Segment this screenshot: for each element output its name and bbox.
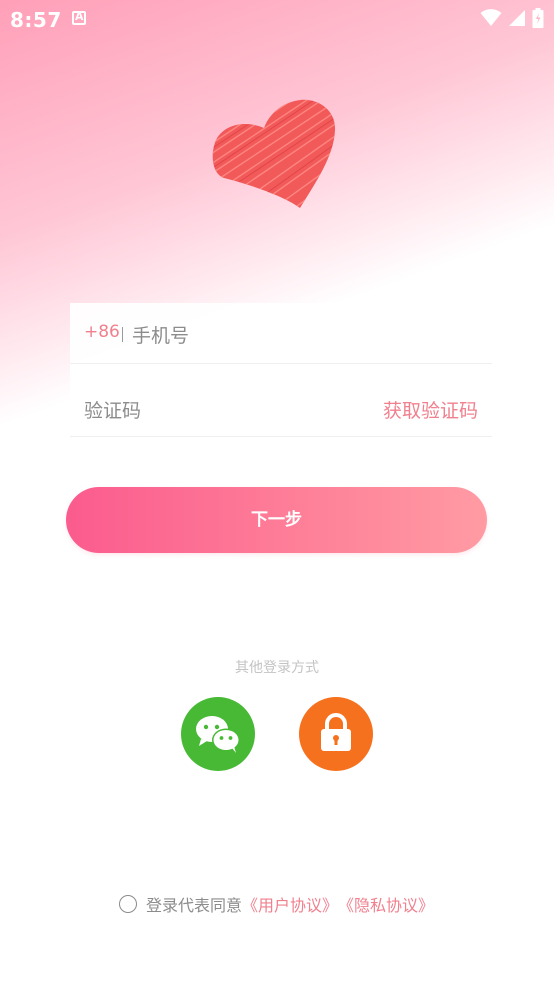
verification-code-input[interactable]: 验证码 bbox=[84, 396, 141, 423]
phone-row[interactable]: +86 手机号 bbox=[70, 303, 492, 364]
agreement-row: 登录代表同意 《用户协议》 《隐私协议》 bbox=[119, 892, 434, 916]
phone-input[interactable]: 手机号 bbox=[132, 321, 189, 348]
wechat-icon bbox=[196, 716, 240, 753]
user-agreement-link[interactable]: 《用户协议》 bbox=[242, 892, 338, 916]
status-bar: 8:57 bbox=[0, 0, 554, 38]
signal-icon bbox=[509, 10, 525, 26]
divider bbox=[122, 327, 123, 342]
agree-radio[interactable] bbox=[119, 895, 137, 913]
battery-icon bbox=[532, 8, 544, 28]
lock-icon bbox=[321, 713, 351, 751]
agreement-text: 登录代表同意 bbox=[146, 896, 243, 915]
notification-a-icon bbox=[72, 10, 86, 25]
country-code[interactable]: +86 bbox=[84, 322, 120, 342]
get-code-button[interactable]: 获取验证码 bbox=[383, 396, 478, 423]
status-time: 8:57 bbox=[10, 8, 62, 32]
other-login-label: 其他登录方式 bbox=[235, 660, 319, 676]
next-button[interactable]: 下一步 bbox=[66, 487, 487, 553]
wifi-icon bbox=[480, 9, 502, 26]
wechat-login-button[interactable] bbox=[181, 697, 255, 771]
privacy-agreement-link[interactable]: 《隐私协议》 bbox=[338, 892, 434, 916]
heart-icon bbox=[208, 96, 338, 220]
password-login-button[interactable] bbox=[299, 697, 373, 771]
system-icons bbox=[480, 8, 544, 28]
